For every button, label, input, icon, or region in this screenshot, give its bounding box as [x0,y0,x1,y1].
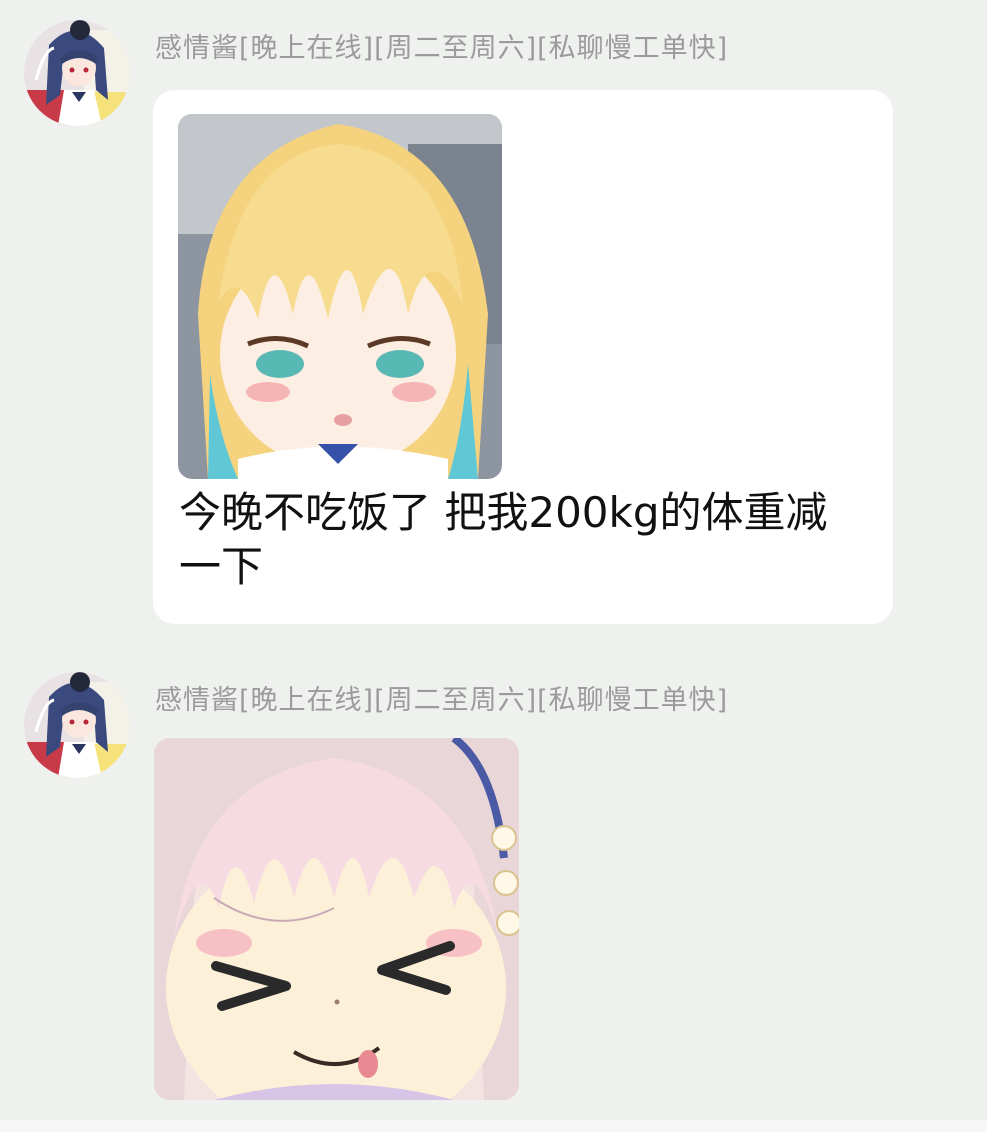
message-text: 今晚不吃饭了 把我200kg的体重减一下 [179,488,828,591]
sender-name: 感情酱[晚上在线][周二至周六][私聊慢工单快] [155,685,729,716]
sender-name: 感情酱[晚上在线][周二至周六][私聊慢工单快] [155,33,729,64]
avatar-icon [24,672,130,778]
message-bubble[interactable]: 今晚不吃饭了 把我200kg的体重减一下 [153,90,893,624]
bottom-edge [0,1120,987,1132]
message-image[interactable] [154,738,519,1100]
chat-message: 感情酱[晚上在线][周二至周六][私聊慢工单快] [0,660,987,1120]
avatar[interactable] [24,20,130,126]
message-image[interactable] [178,114,502,479]
chat-message: 感情酱[晚上在线][周二至周六][私聊慢工单快] [0,0,987,640]
avatar[interactable] [24,672,130,778]
anime-sticker-blonde-girl [178,114,502,479]
avatar-icon [24,20,130,126]
anime-sticker-laughing-girl [154,738,519,1100]
